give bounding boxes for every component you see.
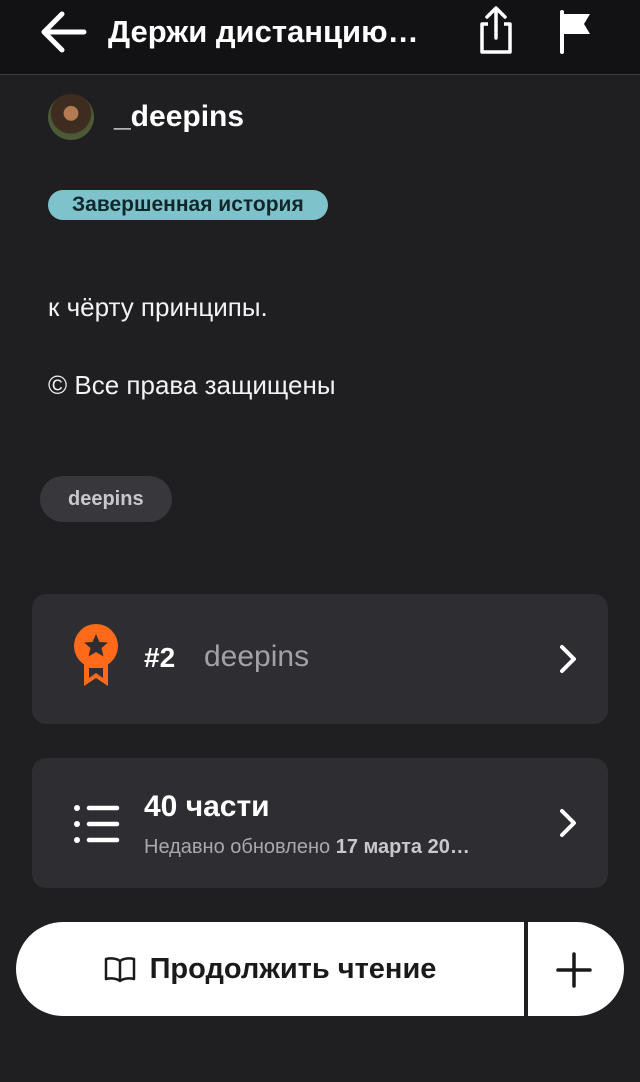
book-open-icon [104, 957, 135, 983]
report-button[interactable] [554, 6, 598, 56]
story-description-line: к чёрту принципы. [48, 292, 268, 322]
continue-reading-label: Продолжить чтение [149, 952, 437, 985]
chevron-right-icon [560, 645, 576, 673]
continue-reading-button[interactable]: Продолжить чтение [16, 922, 524, 1016]
author-row[interactable]: _deepins [48, 92, 244, 142]
flag-icon [560, 10, 590, 54]
award-ribbon-icon [74, 624, 118, 686]
tag-chip[interactable]: deepins [40, 476, 172, 522]
back-button[interactable] [40, 10, 88, 54]
updated-date: 17 марта 20… [335, 836, 470, 858]
share-icon [480, 6, 512, 54]
parts-count: 40 части [144, 790, 270, 823]
avatar[interactable] [48, 94, 94, 140]
arrow-left-icon [41, 11, 87, 53]
parts-updated-text: Недавно обновлено 17 марта 20… [144, 836, 530, 859]
ranking-card[interactable]: #2 deepins [32, 594, 608, 724]
list-icon [74, 805, 120, 843]
status-badge: Завершенная история [48, 190, 328, 220]
plus-icon [556, 952, 592, 988]
chevron-right-icon [560, 809, 576, 837]
add-to-library-button[interactable] [528, 922, 624, 1016]
updated-prefix: Недавно обновлено [144, 836, 331, 858]
share-button[interactable] [474, 4, 518, 56]
rank-number: #2 [144, 642, 176, 673]
page-title: Держи дистанцию… [108, 14, 419, 49]
parts-card[interactable]: 40 части Недавно обновлено 17 марта 20… [32, 758, 608, 888]
author-name[interactable]: _deepins [114, 100, 244, 134]
top-app-bar: Держи дистанцию… [0, 0, 640, 75]
story-copyright-line: © Все права защищены [48, 370, 336, 400]
rank-tag: deepins [204, 640, 310, 673]
